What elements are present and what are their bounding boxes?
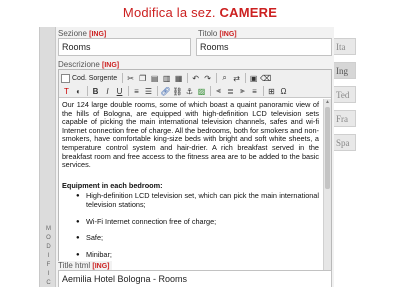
sezione-label: Sezione [ING] <box>58 29 107 38</box>
align-center-icon[interactable]: ≣ <box>225 86 236 97</box>
unlink-icon[interactable]: ⛓ <box>172 86 183 97</box>
remove-format-icon[interactable]: ⌫ <box>260 73 271 84</box>
editor-scrollbar[interactable]: ▲ ▼ <box>323 99 331 285</box>
titolo-label: Titolo [ING] <box>198 29 237 38</box>
italic-icon[interactable]: I <box>102 86 113 97</box>
equipment-list: High-definition LCD television set, whic… <box>76 191 319 260</box>
source-button[interactable]: Cod. Sorgente <box>61 73 117 83</box>
justify-icon[interactable]: ≡ <box>249 86 260 97</box>
cut-icon[interactable]: ✂ <box>125 73 136 84</box>
editor-content[interactable]: Our 124 large double rooms, some of whic… <box>59 99 323 285</box>
toolbar-row-1: Cod. Sorgente ✂ ❐ ▤ ▥ ▦ ↶ ↷ ⌕ ⇄ ▣ ⌫ <box>61 72 272 84</box>
toolbar-row-2: T ◐ B I U ≡ ☰ 🔗︎ ⛓ ⚓︎ ▨ ⫷ ≣ ⫸ ≡ ⊞ Ω <box>61 85 290 97</box>
side-label-letter: M <box>46 226 51 232</box>
paste-icon[interactable]: ▤ <box>149 73 160 84</box>
toolbar-separator <box>128 86 129 96</box>
bg-color-icon[interactable]: ◐ <box>73 86 84 97</box>
find-icon[interactable]: ⌕ <box>219 73 230 84</box>
ordered-list-icon[interactable]: ≡ <box>131 86 142 97</box>
link-icon[interactable]: 🔗︎ <box>160 86 171 97</box>
side-label-letter: I <box>47 271 50 277</box>
copy-icon[interactable]: ❐ <box>137 73 148 84</box>
toolbar-separator <box>187 73 189 83</box>
select-all-icon[interactable]: ▣ <box>248 73 259 84</box>
scroll-up-icon[interactable]: ▲ <box>324 99 331 106</box>
paste-word-icon[interactable]: ▦ <box>173 73 184 84</box>
page-title-prefix: Modifica la sez. <box>122 5 216 20</box>
page-title-section: CAMERE <box>219 5 278 20</box>
equipment-heading: Equipment in each bedroom: <box>62 180 163 190</box>
unordered-list-icon[interactable]: ☰ <box>143 86 154 97</box>
side-label-letter: O <box>46 235 51 241</box>
tab-ted[interactable]: Ted <box>334 86 356 103</box>
toolbar-separator <box>263 86 264 96</box>
title-html-label: Title html [ING] <box>58 261 112 270</box>
rich-text-editor[interactable]: Cod. Sorgente ✂ ❐ ▤ ▥ ▦ ↶ ↷ ⌕ ⇄ ▣ ⌫ T ◐ … <box>58 69 332 286</box>
description-paragraph: Our 124 large double rooms, some of whic… <box>62 100 319 170</box>
special-char-icon[interactable]: Ω <box>278 86 289 97</box>
side-label-letter: F <box>46 262 51 268</box>
side-label-modifica: MODIFICA <box>44 225 53 287</box>
replace-icon[interactable]: ⇄ <box>231 73 242 84</box>
list-item: Minibar; <box>76 250 319 260</box>
text-color-icon[interactable]: T <box>61 86 72 97</box>
toolbar-separator <box>245 73 247 83</box>
sezione-field[interactable]: Rooms <box>58 38 191 56</box>
anchor-icon[interactable]: ⚓︎ <box>184 86 195 97</box>
title-html-field[interactable]: Aemilia Hotel Bologna - Rooms <box>58 270 332 287</box>
scroll-thumb[interactable] <box>325 107 330 189</box>
side-label-letter: I <box>47 253 50 259</box>
language-tabs: Ita Ing Ted Fra Spa <box>334 38 356 158</box>
edit-form: Sezione [ING] Rooms Titolo [ING] Rooms D… <box>56 27 334 287</box>
tab-ita[interactable]: Ita <box>334 38 356 55</box>
page-title: Modifica la sez. CAMERE <box>0 5 400 20</box>
table-icon[interactable]: ⊞ <box>266 86 277 97</box>
paste-text-icon[interactable]: ▥ <box>161 73 172 84</box>
align-right-icon[interactable]: ⫸ <box>237 86 248 97</box>
underline-icon[interactable]: U <box>114 86 125 97</box>
side-label-letter: C <box>46 280 51 286</box>
redo-icon[interactable]: ↷ <box>202 73 213 84</box>
toolbar-separator <box>87 86 88 96</box>
toolbar-separator <box>210 86 211 96</box>
list-item: Wi-Fi Internet connection free of charge… <box>76 217 319 227</box>
align-left-icon[interactable]: ⫷ <box>213 86 224 97</box>
toolbar-separator <box>216 73 218 83</box>
side-strip: MODIFICA <box>39 27 56 287</box>
titolo-field[interactable]: Rooms <box>196 38 332 56</box>
tab-spa[interactable]: Spa <box>334 134 356 151</box>
toolbar-separator <box>157 86 158 96</box>
descrizione-label: Descrizione [ING] <box>58 60 120 69</box>
list-item: Safe; <box>76 234 319 243</box>
tab-ing[interactable]: Ing <box>334 62 356 79</box>
image-icon[interactable]: ▨ <box>196 86 207 97</box>
toolbar-separator <box>122 73 124 83</box>
editor-toolbar: Cod. Sorgente ✂ ❐ ▤ ▥ ▦ ↶ ↷ ⌕ ⇄ ▣ ⌫ T ◐ … <box>59 70 331 98</box>
side-label-letter: D <box>46 244 51 250</box>
list-item: High-definition LCD television set, whic… <box>76 191 319 209</box>
bold-icon[interactable]: B <box>90 86 101 97</box>
tab-fra[interactable]: Fra <box>334 110 356 127</box>
source-icon <box>61 73 70 83</box>
undo-icon[interactable]: ↶ <box>190 73 201 84</box>
